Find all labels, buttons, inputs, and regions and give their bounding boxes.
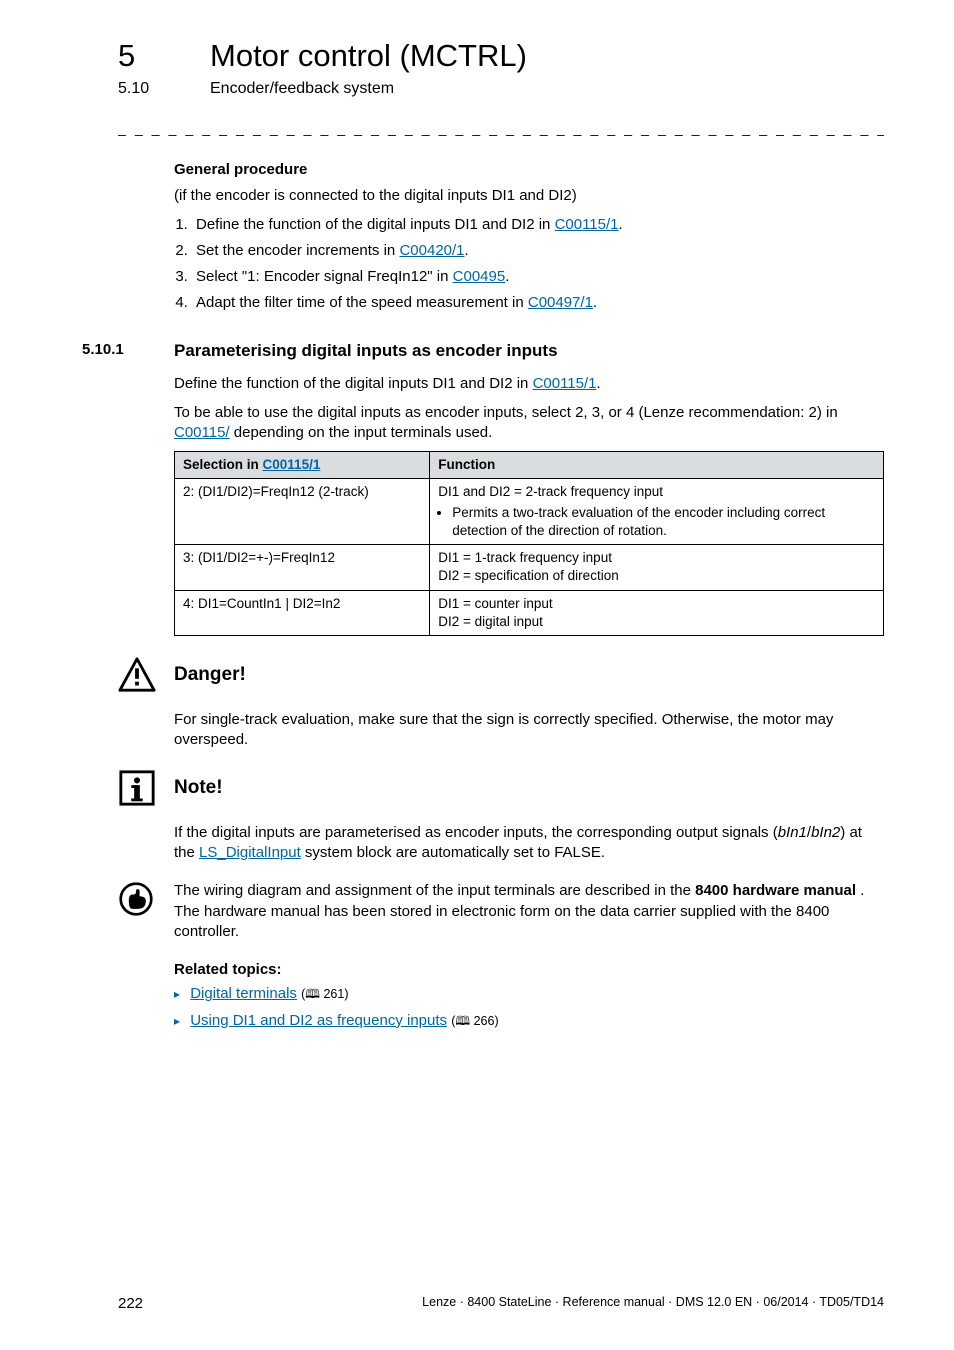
link-digital-terminals[interactable]: Digital terminals (190, 985, 297, 1002)
section-number: 5.10.1 (82, 340, 174, 363)
tip-text-pre: The wiring diagram and assignment of the… (174, 882, 695, 899)
table-header-selection: Selection in C00115/1 (175, 452, 430, 479)
selection-function-table: Selection in C00115/1 Function 2: (DI1/D… (174, 451, 884, 636)
table-header-function: Function (430, 452, 884, 479)
info-box-icon (118, 769, 174, 813)
divider: _ _ _ _ _ _ _ _ _ _ _ _ _ _ _ _ _ _ _ _ … (118, 120, 884, 136)
step-4: Adapt the filter time of the speed measu… (192, 293, 884, 313)
note-text-post: system block are automatically set to FA… (301, 844, 605, 861)
note-callout: Note! (118, 769, 884, 813)
link-c00115-1b[interactable]: C00115/1 (533, 375, 597, 392)
related-topics-list: Digital terminals (🕮 261) Using DI1 and … (156, 984, 884, 1031)
step-3-pre: Select "1: Encoder signal FreqIn12" in (196, 268, 453, 285)
general-procedure-heading: General procedure (174, 160, 884, 180)
danger-title: Danger! (174, 662, 246, 688)
link-c00115-1c[interactable]: C00115/1 (263, 457, 321, 472)
subsection-number: 5.10 (118, 80, 210, 98)
section-para2-pre: To be able to use the digital inputs as … (174, 404, 838, 421)
chapter-number: 5 (118, 38, 210, 74)
page-number: 222 (118, 1295, 143, 1312)
cell-function-2: DI1 and DI2 = 2-track frequency input Pe… (430, 479, 884, 545)
tip-callout: The wiring diagram and assignment of the… (118, 881, 884, 942)
link-c00495[interactable]: C00495 (453, 268, 506, 285)
related-item-2: Using DI1 and DI2 as frequency inputs (🕮… (174, 1011, 884, 1031)
link-c00115[interactable]: C00115/ (174, 424, 230, 441)
note-title: Note! (174, 775, 223, 801)
step-3-post: . (505, 268, 509, 285)
tip-text: The wiring diagram and assignment of the… (174, 881, 884, 942)
step-2: Set the encoder increments in C00420/1. (192, 241, 884, 261)
section-intro: Define the function of the digital input… (174, 374, 884, 394)
link-ls-digitalinput[interactable]: LS_DigitalInput (199, 844, 301, 861)
section-para2-post: depending on the input terminals used. (230, 424, 493, 441)
link-c00420-1[interactable]: C00420/1 (399, 242, 464, 259)
note-text-pre: If the digital inputs are parameterised … (174, 824, 778, 841)
step-2-pre: Set the encoder increments in (196, 242, 399, 259)
page-ref-2-num: 266 (474, 1014, 495, 1028)
subsection-title: Encoder/feedback system (210, 80, 394, 98)
note-text: If the digital inputs are parameterised … (174, 823, 884, 864)
subsection-heading: 5.10 Encoder/feedback system (118, 80, 884, 98)
page-ref-1-num: 261 (323, 987, 344, 1001)
step-3: Select "1: Encoder signal FreqIn12" in C… (192, 267, 884, 287)
cell-function-2-bullet: Permits a two-track evaluation of the en… (452, 504, 875, 540)
cell-selection-2: 2: (DI1/DI2)=FreqIn12 (2-track) (175, 479, 430, 545)
cell-function-3: DI1 = 1-track frequency input DI2 = spec… (430, 545, 884, 590)
note-em2: bIn2 (811, 824, 840, 841)
related-topics-heading: Related topics: (174, 960, 884, 980)
link-c00497-1[interactable]: C00497/1 (528, 294, 593, 311)
warning-triangle-icon (118, 656, 174, 700)
table-header-selection-pre: Selection in (183, 457, 263, 472)
step-4-pre: Adapt the filter time of the speed measu… (196, 294, 528, 311)
book-icon: 🕮 (305, 987, 320, 1001)
page-ref-2: (🕮 266) (451, 1014, 498, 1028)
cell-function-4-line1: DI1 = counter input (438, 595, 875, 613)
hand-point-icon (118, 881, 174, 923)
cell-function-4-line2: DI2 = digital input (438, 613, 875, 631)
cell-selection-3: 3: (DI1/DI2=+-)=FreqIn12 (175, 545, 430, 590)
table-row: 2: (DI1/DI2)=FreqIn12 (2-track) DI1 and … (175, 479, 884, 545)
cell-function-2-line1: DI1 and DI2 = 2-track frequency input (438, 484, 663, 499)
step-1-pre: Define the function of the digital input… (196, 216, 555, 233)
cell-selection-4: 4: DI1=CountIn1 | DI2=In2 (175, 590, 430, 635)
cell-function-3-line1: DI1 = 1-track frequency input (438, 549, 875, 567)
step-4-post: . (593, 294, 597, 311)
page-footer: 222 Lenze · 8400 StateLine · Reference m… (118, 1295, 884, 1312)
step-2-post: . (465, 242, 469, 259)
danger-callout: Danger! (118, 656, 884, 700)
chapter-heading: 5 Motor control (MCTRL) (118, 38, 884, 74)
cell-function-4: DI1 = counter input DI2 = digital input (430, 590, 884, 635)
step-1: Define the function of the digital input… (192, 215, 884, 235)
tip-bold: 8400 hardware manual (695, 882, 856, 899)
procedure-steps: Define the function of the digital input… (192, 215, 884, 314)
section-title: Parameterising digital inputs as encoder… (174, 340, 558, 363)
step-1-post: . (619, 216, 623, 233)
section-intro-post: . (597, 375, 601, 392)
link-c00115-1[interactable]: C00115/1 (555, 216, 619, 233)
page-ref-1: (🕮 261) (301, 987, 348, 1001)
related-item-1: Digital terminals (🕮 261) (174, 984, 884, 1004)
section-intro-pre: Define the function of the digital input… (174, 375, 533, 392)
danger-text: For single-track evaluation, make sure t… (174, 710, 884, 751)
link-di1-di2-frequency[interactable]: Using DI1 and DI2 as frequency inputs (190, 1012, 447, 1029)
footer-right: Lenze · 8400 StateLine · Reference manua… (422, 1295, 884, 1312)
book-icon: 🕮 (455, 1014, 470, 1028)
chapter-title: Motor control (MCTRL) (210, 38, 527, 74)
table-row: 4: DI1=CountIn1 | DI2=In2 DI1 = counter … (175, 590, 884, 635)
table-row: 3: (DI1/DI2=+-)=FreqIn12 DI1 = 1-track f… (175, 545, 884, 590)
general-procedure-intro: (if the encoder is connected to the digi… (174, 186, 884, 206)
note-em1: bIn1 (778, 824, 807, 841)
cell-function-3-line2: DI2 = specification of direction (438, 567, 875, 585)
section-para2: To be able to use the digital inputs as … (174, 403, 884, 444)
